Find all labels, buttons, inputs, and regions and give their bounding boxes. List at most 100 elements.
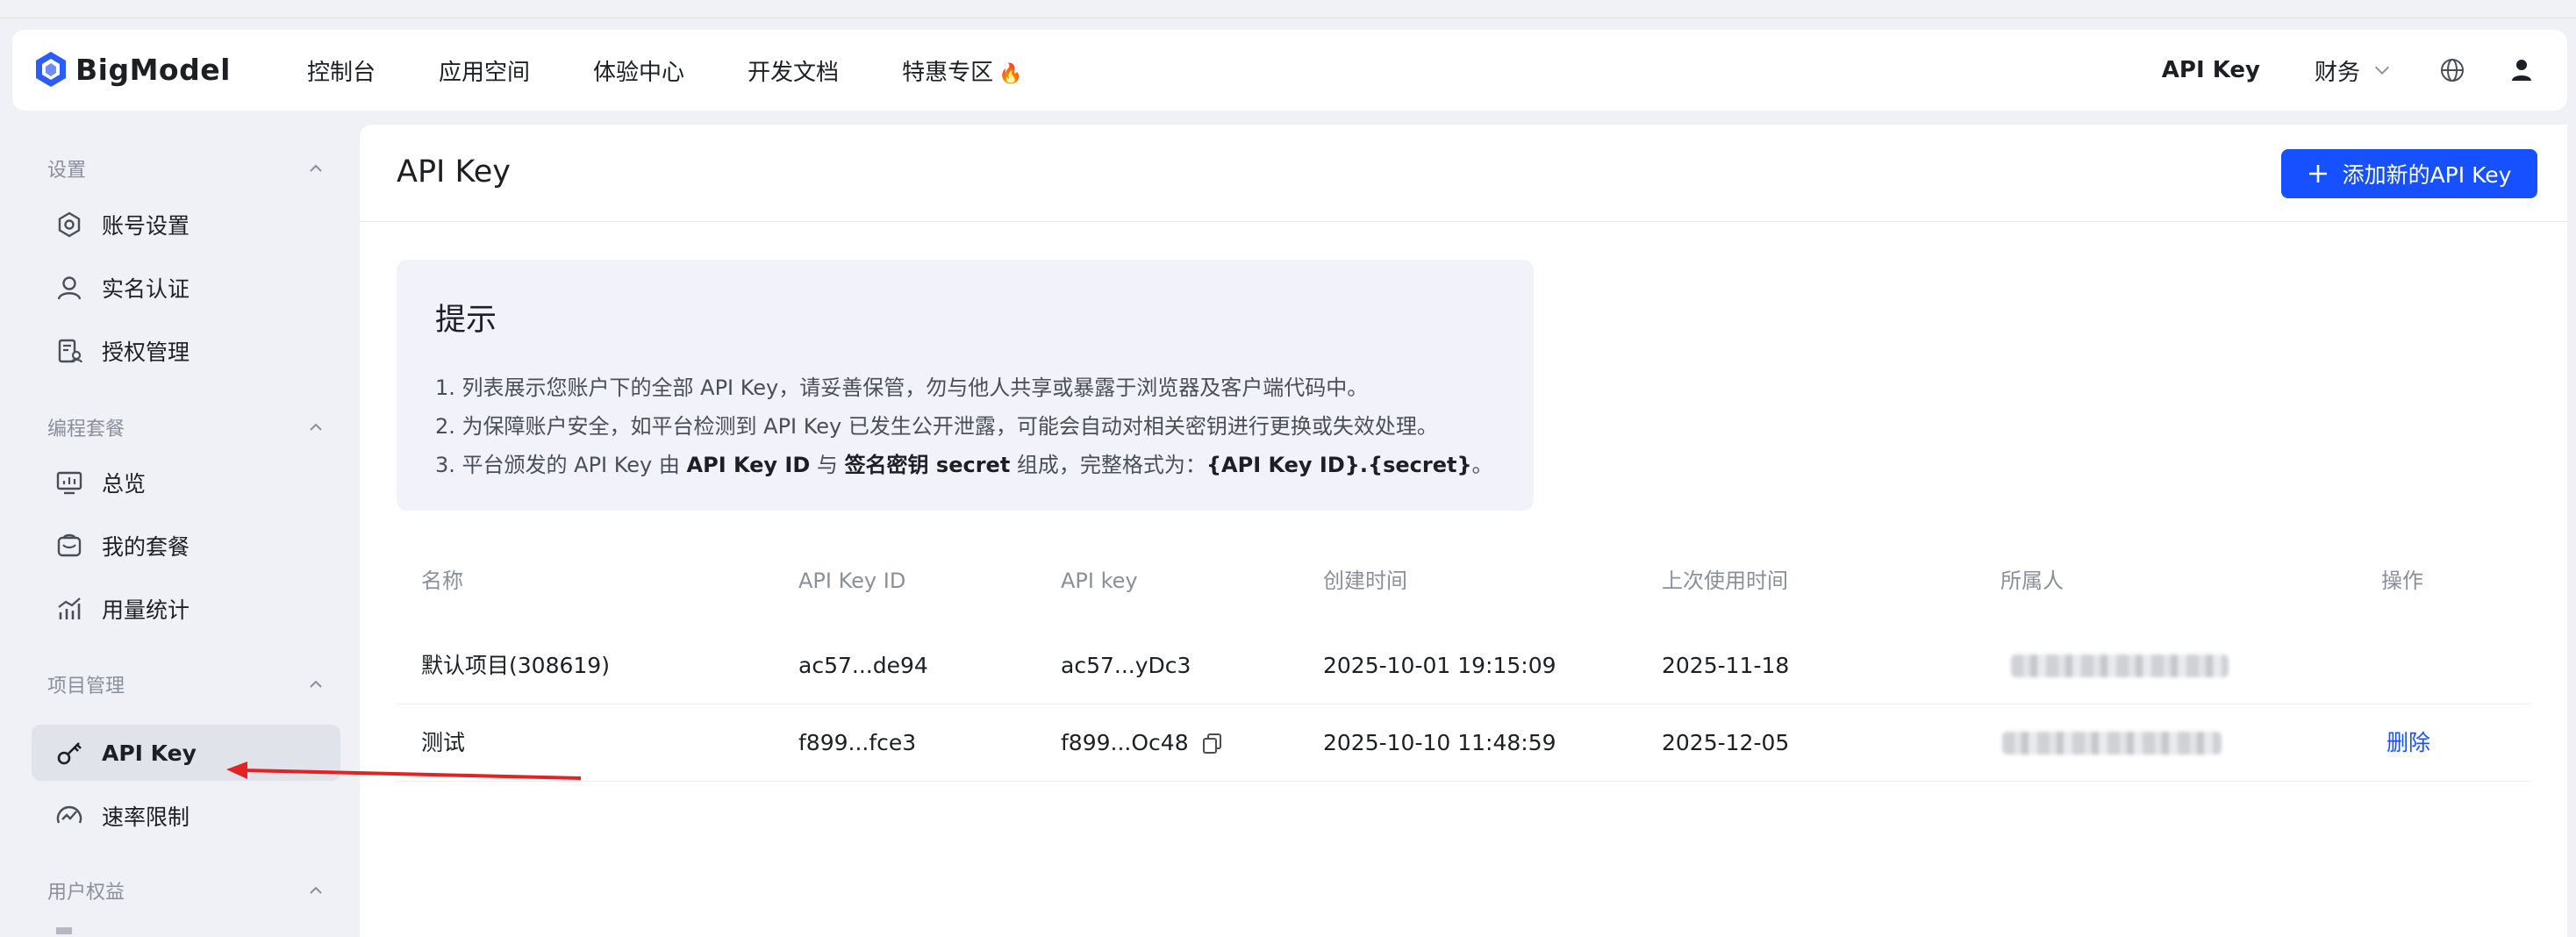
sidebar-item-account-settings[interactable]: 账号设置 [32, 197, 340, 253]
header-right-actions: API Key 财务 [2162, 30, 2567, 111]
main-content: API Key 添加新的API Key 提示 1. 列表展示您账户下的全部 AP… [360, 125, 2567, 937]
sidebar-group-label: 设置 [47, 160, 87, 182]
tips-secret-term: 签名密钥 secret [844, 453, 1011, 477]
cell-key-id: f899...fce3 [798, 730, 917, 755]
column-header-key-id: API Key ID [798, 569, 906, 593]
sidebar-partial-icon [56, 927, 72, 934]
sidebar-item-label: 用量统计 [102, 597, 190, 623]
tips-format-term: {API Key ID}.{secret} [1206, 453, 1472, 477]
user-icon [54, 273, 84, 303]
package-icon [54, 531, 84, 561]
sidebar-item-label: 总览 [102, 471, 147, 497]
sidebar-group-coding-plan[interactable]: 编程套餐 [47, 414, 325, 440]
header-finance-label: 财务 [2314, 59, 2360, 86]
column-header-last-used: 上次使用时间 [1662, 569, 1788, 593]
sidebar-group-label: 项目管理 [47, 676, 125, 697]
column-header-created: 创建时间 [1323, 569, 1407, 593]
tips-line-3-mid2: 组成，完整格式为： [1010, 453, 1206, 477]
cell-owner-redacted [2002, 732, 2222, 755]
sidebar-item-label: API Key [102, 740, 197, 766]
nav-console[interactable]: 控制台 [307, 54, 376, 87]
header-finance-menu[interactable]: 财务 [2315, 54, 2392, 87]
nav-experience-center[interactable]: 体验中心 [593, 54, 684, 87]
sidebar-item-label: 我的套餐 [102, 534, 190, 560]
copy-icon[interactable] [1201, 732, 1224, 755]
sidebar-item-label: 账号设置 [102, 213, 190, 239]
cell-api-key-value: f899...Oc48 [1061, 730, 1189, 755]
chevron-up-icon [310, 423, 322, 431]
column-header-api-key: API key [1061, 569, 1138, 593]
tips-panel: 提示 1. 列表展示您账户下的全部 API Key，请妥善保管，勿与他人共享或暴… [397, 260, 1534, 511]
browser-top-strip [0, 0, 2576, 18]
nav-dev-docs[interactable]: 开发文档 [748, 54, 839, 87]
dashboard-icon [54, 468, 84, 497]
sidebar-item-label: 实名认证 [102, 276, 190, 302]
sidebar-item-label: 速率限制 [102, 805, 190, 830]
cell-owner-redacted [2011, 654, 2229, 677]
table-row: 测试 f899...fce3 f899...Oc48 2025-10-10 11… [397, 705, 2530, 782]
table-row: 默认项目(308619) ac57...de94 ac57...yDc3 202… [397, 628, 2530, 705]
chevron-up-icon [310, 680, 322, 688]
nav-special-offers-label: 特惠专区 [902, 59, 994, 86]
settings-icon [54, 210, 84, 240]
bigmodel-logo-icon [36, 52, 66, 87]
speed-icon [54, 801, 84, 831]
cell-name: 测试 [421, 730, 466, 755]
sidebar-item-my-package[interactable]: 我的套餐 [32, 518, 340, 574]
delete-link[interactable]: 删除 [2386, 705, 2430, 781]
sidebar-group-project-management[interactable]: 项目管理 [47, 671, 325, 697]
cell-last-used: 2025-12-05 [1662, 730, 1790, 755]
column-header-name: 名称 [421, 569, 463, 593]
nav-app-space[interactable]: 应用空间 [439, 54, 530, 87]
header-api-key-link[interactable]: API Key [2162, 57, 2260, 83]
cell-action: 删除 [2386, 705, 2430, 781]
cell-key-id: ac57...de94 [798, 653, 928, 678]
cell-api-key: ac57...yDc3 [1061, 653, 1191, 678]
tips-title: 提示 [435, 303, 497, 338]
column-header-owner: 所属人 [2000, 569, 2064, 593]
chevron-up-icon [310, 886, 322, 894]
add-api-key-button[interactable]: 添加新的API Key [2281, 149, 2537, 198]
column-header-actions: 操作 [2381, 569, 2423, 593]
tips-line-3-end: 。 [1471, 453, 1493, 477]
sidebar-item-api-key[interactable]: API Key [32, 725, 340, 781]
globe-icon[interactable] [2439, 57, 2465, 83]
top-navigation-bar: BigModel 控制台 应用空间 体验中心 开发文档 特惠专区 🔥 API Ke… [12, 30, 2567, 111]
cell-name: 默认项目(308619) [421, 653, 610, 678]
sidebar-item-authorization[interactable]: 授权管理 [32, 323, 340, 379]
sidebar-item-usage-stats[interactable]: 用量统计 [32, 581, 340, 637]
sidebar-item-rate-limit[interactable]: 速率限制 [32, 788, 340, 844]
chevron-up-icon [310, 164, 322, 172]
page-title: API Key [397, 154, 511, 190]
cell-api-key: f899...Oc48 [1061, 705, 1224, 781]
cell-last-used: 2025-11-18 [1662, 653, 1790, 678]
sidebar-item-real-name-auth[interactable]: 实名认证 [32, 260, 340, 316]
plus-icon [2308, 165, 2327, 182]
sidebar-item-label: 授权管理 [102, 340, 190, 365]
brand-logo[interactable]: BigModel [35, 51, 231, 88]
sidebar-group-settings[interactable]: 设置 [47, 155, 325, 182]
add-api-key-label: 添加新的API Key [2342, 162, 2512, 188]
sidebar-group-label: 用户权益 [47, 882, 125, 904]
chevron-down-icon [2375, 66, 2389, 75]
authorization-icon [54, 336, 84, 366]
key-icon [54, 738, 84, 768]
nav-special-offers[interactable]: 特惠专区 🔥 [902, 54, 1022, 87]
tips-line-1: 1. 列表展示您账户下的全部 API Key，请妥善保管，勿与他人共享或暴露于浏… [435, 376, 1369, 400]
tips-line-3-prefix: 3. 平台颁发的 API Key 由 [435, 453, 687, 477]
sidebar-group-user-benefits[interactable]: 用户权益 [47, 877, 325, 904]
fire-icon: 🔥 [998, 62, 1023, 85]
brand-name: BigModel [75, 52, 231, 87]
sidebar: 设置 账号设置 实名认证 授权管理 编程套餐 总览 我的套餐 用量统计 项目管理… [12, 125, 360, 937]
cell-created: 2025-10-10 11:48:59 [1323, 730, 1556, 755]
header-divider [360, 221, 2567, 222]
chart-icon [54, 594, 84, 624]
cell-created: 2025-10-01 19:15:09 [1323, 653, 1556, 678]
main-nav: 控制台 应用空间 体验中心 开发文档 特惠专区 🔥 [307, 30, 1085, 111]
tips-line-2: 2. 为保障账户安全，如平台检测到 API Key 已发生公开泄露，可能会自动对… [435, 414, 1438, 439]
sidebar-item-overview[interactable]: 总览 [32, 454, 340, 511]
tips-line-3: 3. 平台颁发的 API Key 由 API Key ID 与 签名密钥 sec… [435, 447, 1493, 478]
user-avatar-icon[interactable] [2509, 58, 2534, 82]
tips-line-3-mid1: 与 [810, 453, 845, 477]
sidebar-group-label: 编程套餐 [47, 418, 125, 440]
